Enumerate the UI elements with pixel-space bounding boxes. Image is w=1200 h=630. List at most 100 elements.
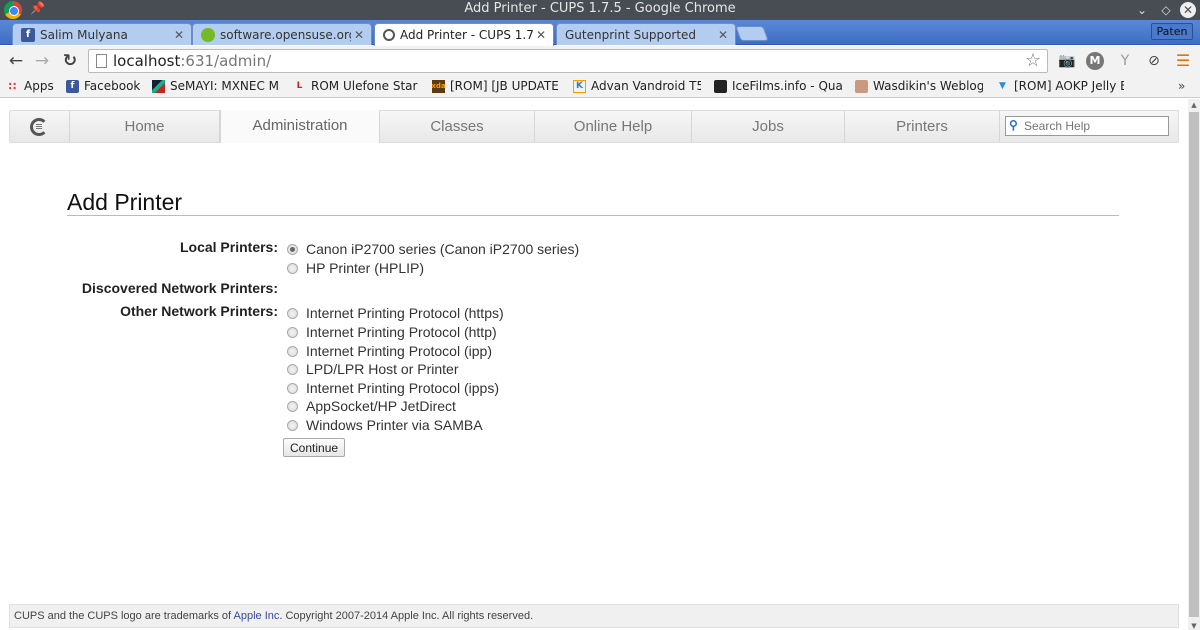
radio-option[interactable]: Internet Printing Protocol (ipps) bbox=[287, 380, 499, 396]
nav-printers[interactable]: Printers bbox=[845, 111, 1000, 142]
radio-option[interactable]: Windows Printer via SAMBA bbox=[287, 417, 483, 433]
search-help-field[interactable]: ⚲ bbox=[1005, 116, 1169, 136]
facebook-icon: f bbox=[66, 79, 79, 93]
radio-button[interactable] bbox=[287, 307, 298, 319]
apple-inc-link[interactable]: Apple Inc bbox=[234, 610, 280, 622]
other-network-printers-label: Other Network Printers: bbox=[120, 303, 278, 319]
option-label: Internet Printing Protocol (ipps) bbox=[306, 380, 499, 396]
page-title: Add Printer bbox=[67, 189, 183, 215]
nav-administration[interactable]: Administration bbox=[220, 110, 380, 143]
bookmarks-bar: ∷ Apps f Facebook SeMAYI: MXNEC M3 L ROM… bbox=[0, 76, 1200, 98]
bookmark-rom-jb-update[interactable]: xda [ROM] [JB UPDATE] bbox=[432, 79, 560, 93]
cups-icon bbox=[383, 29, 395, 41]
radio-option[interactable]: Internet Printing Protocol (http) bbox=[287, 324, 497, 340]
cups-logo-cell[interactable] bbox=[10, 111, 70, 142]
continue-button[interactable]: Continue bbox=[283, 438, 346, 457]
title-divider bbox=[67, 215, 1119, 216]
close-tab-icon[interactable]: ✕ bbox=[715, 28, 731, 42]
nav-classes[interactable]: Classes bbox=[380, 111, 535, 142]
search-help-input[interactable] bbox=[1024, 118, 1164, 134]
minimize-button[interactable]: ⌄ bbox=[1134, 2, 1150, 18]
back-button[interactable]: ← bbox=[6, 51, 26, 71]
avatar-icon bbox=[855, 79, 868, 93]
tab-opensuse[interactable]: software.opensuse.org ✕ bbox=[192, 23, 372, 45]
bookmark-advan[interactable]: K Advan Vandroid T5 bbox=[573, 79, 701, 93]
xda-icon: xda bbox=[432, 79, 446, 93]
tab-gutenprint[interactable]: Gutenprint Supported ✕ bbox=[556, 23, 736, 45]
bookmark-aokp[interactable]: ▼ [ROM] AOKP Jelly B bbox=[996, 79, 1124, 93]
bookmark-semayi[interactable]: SeMAYI: MXNEC M3 bbox=[152, 79, 280, 93]
footer: CUPS and the CUPS logo are trademarks of… bbox=[9, 604, 1179, 628]
radio-option[interactable]: Canon iP2700 series (Canon iP2700 series… bbox=[287, 241, 579, 257]
forward-button[interactable]: → bbox=[32, 51, 52, 71]
icefilms-icon bbox=[714, 79, 727, 93]
more-bookmarks-icon[interactable]: » bbox=[1178, 79, 1185, 93]
vertical-scrollbar[interactable]: ▲ ▼ bbox=[1188, 99, 1200, 630]
opensuse-icon bbox=[201, 27, 215, 42]
local-printers-label: Local Printers: bbox=[179, 239, 278, 255]
profile-button[interactable]: Paten bbox=[1151, 23, 1193, 40]
radio-option[interactable]: AppSocket/HP JetDirect bbox=[287, 398, 456, 414]
radio-button[interactable] bbox=[287, 262, 298, 274]
l-icon: L bbox=[296, 81, 303, 91]
close-window-button[interactable]: ✕ bbox=[1180, 2, 1196, 18]
tab-add-printer[interactable]: Add Printer - CUPS 1.7.5 ✕ bbox=[374, 23, 554, 46]
camera-extension-icon[interactable]: 📷 bbox=[1058, 52, 1076, 70]
radio-option[interactable]: Internet Printing Protocol (https) bbox=[287, 305, 504, 321]
bookmark-icefilms[interactable]: IceFilms.info - Quali bbox=[714, 79, 842, 93]
radio-button[interactable] bbox=[287, 363, 298, 375]
radio-button-checked[interactable] bbox=[287, 243, 298, 255]
radio-button[interactable] bbox=[287, 345, 298, 357]
close-tab-icon[interactable]: ✕ bbox=[533, 28, 549, 42]
scroll-up-arrow-icon[interactable]: ▲ bbox=[1188, 101, 1200, 109]
radio-button[interactable] bbox=[287, 400, 298, 412]
url-host: localhost bbox=[113, 52, 181, 70]
tab-label: software.opensuse.org bbox=[220, 27, 351, 42]
slingshot-icon[interactable]: Y bbox=[1116, 52, 1134, 70]
radio-option[interactable]: Internet Printing Protocol (ipp) bbox=[287, 343, 492, 359]
bookmark-facebook[interactable]: f Facebook bbox=[66, 79, 140, 93]
new-tab-button[interactable] bbox=[735, 26, 769, 41]
tab-label: Add Printer - CUPS 1.7.5 bbox=[400, 28, 533, 42]
bookmark-wasdikin[interactable]: Wasdikin's Weblog bbox=[855, 79, 983, 93]
nav-home[interactable]: Home bbox=[70, 111, 220, 142]
url-text[interactable]: localhost:631/admin/ bbox=[113, 52, 271, 70]
bookmark-label: Wasdikin's Weblog bbox=[873, 79, 983, 93]
maximize-button[interactable]: ◇ bbox=[1158, 2, 1174, 18]
bookmark-label: Facebook bbox=[84, 79, 141, 93]
close-tab-icon[interactable]: ✕ bbox=[351, 28, 367, 42]
radio-option[interactable]: LPD/LPR Host or Printer bbox=[287, 361, 459, 377]
mega-icon[interactable]: M bbox=[1086, 52, 1104, 70]
scroll-down-arrow-icon[interactable]: ▼ bbox=[1188, 622, 1200, 630]
blocker-icon[interactable]: ⊘ bbox=[1145, 52, 1163, 70]
radio-button[interactable] bbox=[287, 382, 298, 394]
bookmark-label: ROM Ulefone Star N bbox=[311, 79, 419, 93]
nav-online-help[interactable]: Online Help bbox=[535, 111, 692, 142]
tab-strip: f Salim Mulyana ✕ software.opensuse.org … bbox=[0, 20, 1200, 46]
scrollbar-thumb[interactable] bbox=[1189, 112, 1199, 617]
bookmark-label: Advan Vandroid T5 bbox=[591, 79, 701, 93]
bookmark-rom-ulefone[interactable]: L ROM Ulefone Star N bbox=[293, 79, 419, 93]
window-title: Add Printer - CUPS 1.7.5 - Google Chrome bbox=[464, 1, 736, 16]
bookmark-star-icon[interactable]: ☆ bbox=[1025, 50, 1041, 71]
option-label: Internet Printing Protocol (https) bbox=[306, 305, 504, 321]
nav-jobs[interactable]: Jobs bbox=[692, 111, 845, 142]
address-bar[interactable]: localhost:631/admin/ ☆ bbox=[88, 49, 1048, 73]
option-label: LPD/LPR Host or Printer bbox=[306, 361, 459, 377]
tab-salim-mulyana[interactable]: f Salim Mulyana ✕ bbox=[12, 23, 192, 45]
radio-option[interactable]: HP Printer (HPLIP) bbox=[287, 260, 424, 276]
bookmark-label: Apps bbox=[24, 79, 54, 93]
tab-label: Gutenprint Supported bbox=[565, 27, 697, 42]
option-label: AppSocket/HP JetDirect bbox=[306, 398, 456, 414]
close-tab-icon[interactable]: ✕ bbox=[171, 28, 187, 42]
menu-icon[interactable]: ☰ bbox=[1174, 52, 1192, 70]
reload-button[interactable]: ↻ bbox=[60, 51, 80, 71]
footer-copyright: . Copyright 2007-2014 Apple Inc. All rig… bbox=[279, 610, 534, 622]
aokp-icon: ▼ bbox=[999, 81, 1006, 91]
option-label: Internet Printing Protocol (http) bbox=[306, 324, 497, 340]
radio-button[interactable] bbox=[287, 419, 298, 431]
bookmark-apps[interactable]: ∷ Apps bbox=[6, 79, 54, 93]
search-icon: ⚲ bbox=[1009, 118, 1018, 132]
radio-button[interactable] bbox=[287, 326, 298, 338]
option-label: Canon iP2700 series (Canon iP2700 series… bbox=[306, 241, 580, 257]
